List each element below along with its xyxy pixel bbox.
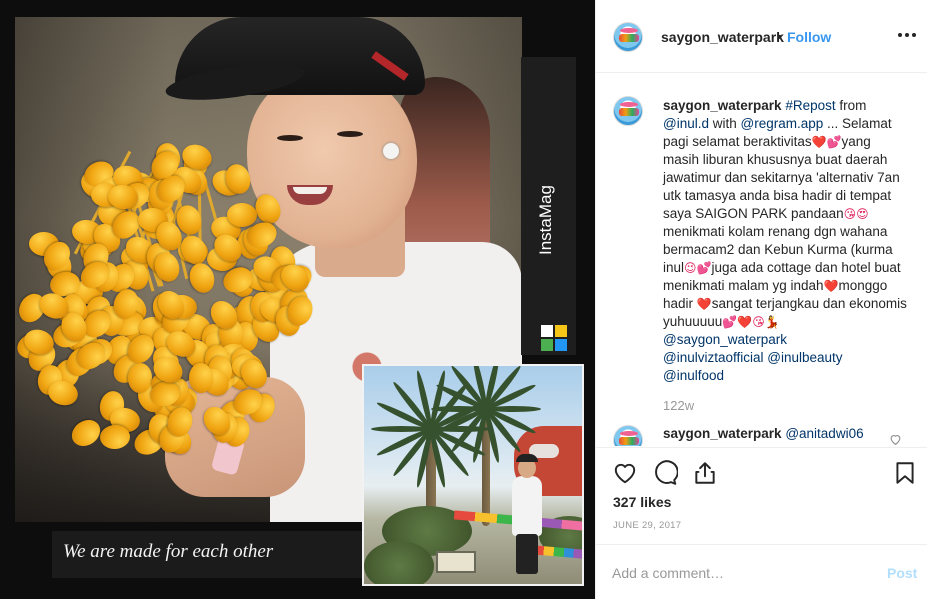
date-fruit (99, 423, 131, 450)
post-sidebar: saygon_waterpark • Follow saygon_waterpa… (595, 0, 927, 599)
heart-emoji: ❤️ (696, 297, 712, 311)
wink-emoji: 😉💕 (684, 261, 712, 275)
ellipsis-icon[interactable] (897, 27, 917, 45)
girl-cap (516, 454, 538, 462)
heart-outline-icon[interactable] (612, 460, 638, 486)
post-header: saygon_waterpark • Follow (596, 0, 927, 73)
dance-emoji: 💕❤️😘💃 (722, 315, 780, 329)
caption-username[interactable]: saygon_waterpark (663, 98, 782, 113)
speech-bubble-icon[interactable] (652, 460, 679, 486)
comment-username[interactable]: saygon_waterpark (663, 426, 782, 441)
signboard (436, 551, 476, 573)
mention-link[interactable]: @saygon_waterpark (663, 332, 787, 347)
date-fruit (66, 414, 106, 452)
caption-text: with (712, 116, 737, 131)
comment-box: Post (596, 544, 927, 599)
date-fruit-cluster (15, 137, 317, 467)
pearl-earring (383, 143, 399, 159)
date-fruit (251, 190, 286, 227)
girl-dress (512, 476, 542, 536)
avatar[interactable] (613, 22, 643, 52)
instamag-watermark: InstaMag (536, 185, 555, 255)
inset-photo (362, 364, 584, 586)
post-media[interactable]: InstaMag We are made for each other (0, 0, 595, 599)
caption-timestamp[interactable]: 122w (663, 398, 694, 413)
action-bar (596, 447, 927, 497)
comment: saygon_waterpark @anitadwi06 (663, 426, 864, 441)
share-arrow-icon[interactable] (692, 460, 718, 486)
mention-link[interactable]: @inulviztaofficial (663, 350, 764, 365)
avatar[interactable] (613, 425, 643, 446)
bookmark-icon[interactable] (892, 460, 918, 486)
image-caption-text: We are made for each other (63, 541, 274, 562)
like-count[interactable]: 327 likes (613, 494, 671, 510)
date-fruit (226, 202, 258, 228)
separator-dot: • (777, 28, 782, 44)
heart-emoji: ❤️💕 (811, 135, 842, 149)
mention-link[interactable]: @anitadwi06 (785, 426, 863, 441)
comments-area[interactable]: saygon_waterpark #Repost from @inul.d wi… (596, 74, 927, 446)
avatar[interactable] (613, 96, 643, 126)
small-heart-icon[interactable] (888, 433, 902, 446)
post-button[interactable]: Post (887, 565, 917, 581)
caption-text: from (839, 98, 867, 113)
mention-link[interactable]: @inul.d (663, 116, 709, 131)
mention-link[interactable]: @inulbeauty (767, 350, 842, 365)
instamag-logo-icon (541, 325, 567, 351)
follow-button[interactable]: Follow (787, 29, 831, 45)
hashtag-link[interactable]: #Repost (785, 98, 835, 113)
kiss-emoji: 😘😍 (843, 207, 869, 221)
mention-link[interactable]: @regram.app (741, 116, 824, 131)
comment-input[interactable] (612, 563, 872, 583)
mention-link[interactable]: @inulfood (663, 368, 724, 383)
woman-eye (337, 131, 363, 137)
header-username[interactable]: saygon_waterpark (661, 29, 784, 45)
post-date[interactable]: JUNE 29, 2017 (613, 520, 681, 531)
girl-legs (516, 534, 538, 574)
shrub (364, 541, 434, 584)
heart-emoji: ❤️ (823, 279, 839, 293)
post-caption: saygon_waterpark #Repost from @inul.d wi… (663, 97, 910, 385)
